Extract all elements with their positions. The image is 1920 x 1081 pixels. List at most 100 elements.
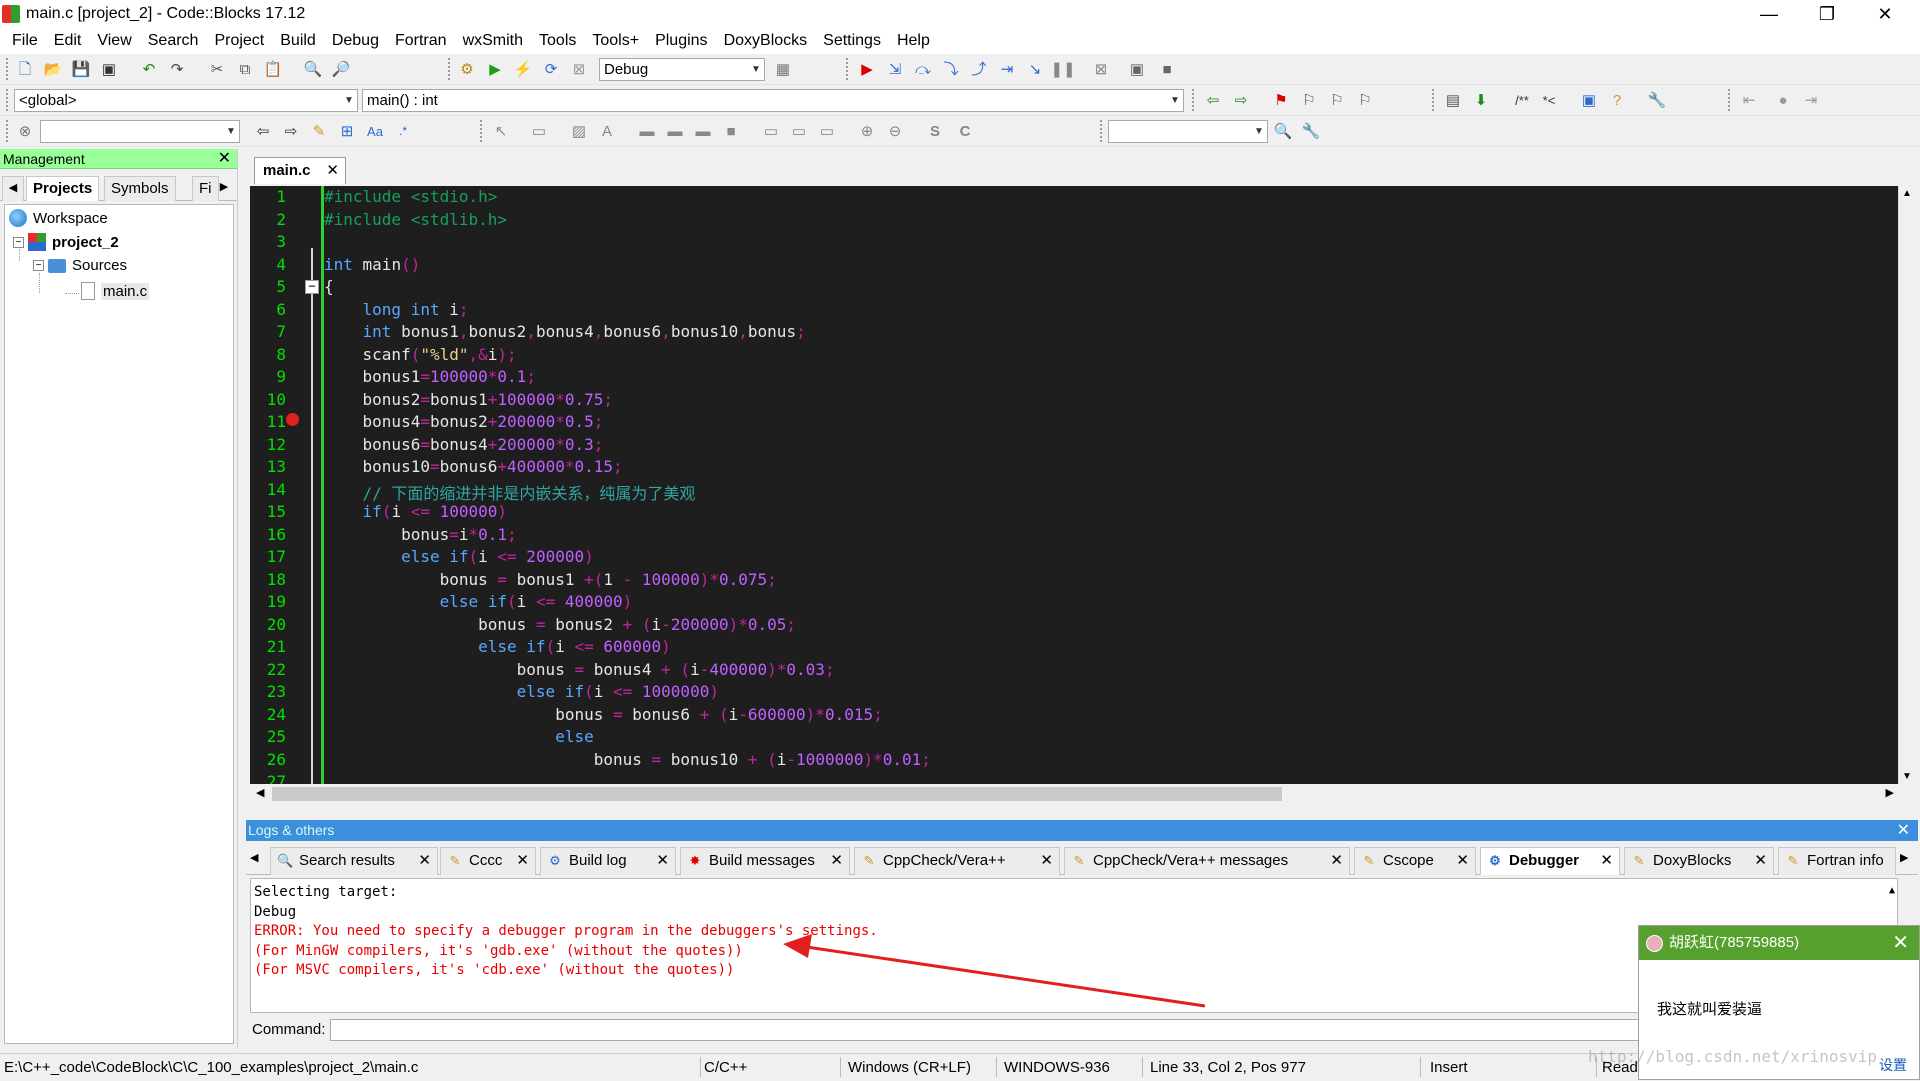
close-icon[interactable]: ✕ bbox=[1040, 848, 1053, 874]
widget-frame2-icon[interactable]: ▭ bbox=[788, 120, 810, 142]
code-editor[interactable]: 1 2 3 4 5 6 7 8 9 10 11 12 13 14 15 16 17 18 19 20 21 22 23 24 2… bbox=[250, 186, 1898, 784]
target-options-icon[interactable]: ▦ bbox=[772, 58, 794, 80]
fortran-jump-back-icon[interactable]: ⇤ bbox=[1738, 89, 1760, 111]
collapse-icon[interactable]: − bbox=[13, 236, 24, 248]
close-icon[interactable]: ✕ bbox=[218, 149, 231, 169]
scroll-down-icon[interactable]: ▼ bbox=[1902, 771, 1912, 782]
widget-bar1-icon[interactable]: ▬ bbox=[636, 120, 658, 142]
doxy-html-icon[interactable]: ▣ bbox=[1578, 89, 1600, 111]
widget-bitmap-icon[interactable]: ▨ bbox=[568, 120, 590, 142]
toolbar-grip[interactable] bbox=[480, 120, 483, 142]
toolbar-grip[interactable] bbox=[846, 58, 849, 80]
tab-projects[interactable]: Projects bbox=[26, 176, 100, 201]
search-prev-icon[interactable]: ⇦ bbox=[252, 120, 274, 142]
close-icon[interactable]: ✕ bbox=[1330, 848, 1343, 874]
cscope-search-icon[interactable]: 🔍 bbox=[1272, 120, 1294, 142]
widget-text-icon[interactable]: A bbox=[596, 120, 618, 142]
close-icon[interactable]: ✕ bbox=[1600, 848, 1613, 874]
toolbar-grip[interactable] bbox=[1100, 120, 1103, 142]
widget-frame3-icon[interactable]: ▭ bbox=[816, 120, 838, 142]
scroll-thumb[interactable] bbox=[272, 787, 1282, 801]
close-button[interactable]: ✕ bbox=[1856, 0, 1914, 28]
run-icon[interactable]: ▶ bbox=[484, 58, 506, 80]
tab-scroll-right-icon[interactable]: ▶ bbox=[214, 176, 234, 201]
scroll-right-icon[interactable]: ▶ bbox=[1886, 786, 1894, 799]
scroll-left-icon[interactable]: ◀ bbox=[256, 786, 264, 799]
widget-bar2-icon[interactable]: ▬ bbox=[664, 120, 686, 142]
scope-select[interactable]: <global> ▼ bbox=[14, 89, 358, 112]
minimize-button[interactable]: — bbox=[1740, 0, 1798, 28]
pointer-tool-icon[interactable]: ↖ bbox=[490, 120, 512, 142]
next-bookmark-icon[interactable]: ⚐ bbox=[1326, 89, 1348, 111]
tree-workspace[interactable]: Workspace bbox=[9, 209, 108, 227]
menu-wxsmith[interactable]: wxSmith bbox=[455, 28, 531, 54]
c-tool-icon[interactable]: C bbox=[954, 120, 976, 142]
editor-horizontal-scrollbar[interactable]: ◀ ▶ bbox=[250, 784, 1918, 804]
menu-build[interactable]: Build bbox=[272, 28, 324, 54]
toolbar-grip[interactable] bbox=[448, 58, 451, 80]
pause-icon[interactable]: ❚❚ bbox=[1050, 58, 1075, 80]
build-target-select[interactable]: Debug ▼ bbox=[599, 58, 765, 81]
undo-icon[interactable]: ↶ bbox=[138, 58, 160, 80]
close-icon[interactable]: ✕ bbox=[326, 158, 339, 184]
popup-settings-link[interactable]: 设置 bbox=[1879, 1055, 1907, 1075]
jump-back-icon[interactable]: ⇦ bbox=[1202, 89, 1224, 111]
save-icon[interactable]: 💾 bbox=[70, 58, 92, 80]
close-icon[interactable]: ✕ bbox=[1897, 820, 1910, 841]
fortran-jump-forward-icon[interactable]: ⇥ bbox=[1800, 89, 1822, 111]
tab-scroll-right-icon[interactable]: ▶ bbox=[1900, 851, 1908, 864]
selected-text-only-icon[interactable]: ⊞ bbox=[336, 120, 358, 142]
menu-help[interactable]: Help bbox=[889, 28, 938, 54]
regex-icon[interactable]: .* bbox=[392, 120, 414, 142]
maximize-button[interactable]: ❐ bbox=[1798, 0, 1856, 28]
menu-tools[interactable]: Tools bbox=[531, 28, 584, 54]
abort-icon[interactable]: ⊠ bbox=[568, 58, 590, 80]
toolbar-grip[interactable] bbox=[6, 120, 9, 142]
menu-doxyblocks[interactable]: DoxyBlocks bbox=[716, 28, 816, 54]
build-gear-icon[interactable]: ⚙ bbox=[456, 58, 478, 80]
tab-debugger[interactable]: ⚙ Debugger ✕ bbox=[1480, 847, 1620, 875]
menu-search[interactable]: Search bbox=[140, 28, 207, 54]
tab-symbols[interactable]: Symbols bbox=[104, 176, 176, 201]
highlight-icon[interactable]: ✎ bbox=[308, 120, 330, 142]
step-out-icon[interactable]: ⤴ bbox=[968, 58, 990, 80]
tab-cppcheck[interactable]: ✎ CppCheck/Vera++ ✕ bbox=[854, 847, 1060, 875]
tab-build-messages[interactable]: ✸ Build messages ✕ bbox=[680, 847, 850, 875]
clear-bookmarks-icon[interactable]: ⚐ bbox=[1354, 89, 1376, 111]
copy-icon[interactable]: ⧉ bbox=[234, 58, 256, 80]
popup-message[interactable]: 我这就叫爱装逼 bbox=[1657, 998, 1762, 1019]
breakpoint-icon[interactable] bbox=[286, 413, 299, 426]
close-icon[interactable]: ✕ bbox=[1892, 926, 1909, 960]
toggle-bookmark-icon[interactable]: ⚑ bbox=[1270, 89, 1292, 111]
search-next-icon[interactable]: ⇨ bbox=[280, 120, 302, 142]
next-line-icon[interactable]: ⤼ bbox=[912, 58, 934, 80]
match-case-icon[interactable]: Aa bbox=[364, 120, 386, 142]
toolbar-grip[interactable] bbox=[1192, 89, 1195, 111]
prev-bookmark-icon[interactable]: ⚐ bbox=[1298, 89, 1320, 111]
new-file-icon[interactable]: 🗋 bbox=[14, 58, 36, 80]
code-area[interactable]: #include <stdio.h> #include <stdlib.h> int… bbox=[321, 186, 1898, 784]
tab-doxyblocks[interactable]: ✎ DoxyBlocks ✕ bbox=[1624, 847, 1774, 875]
open-file-icon[interactable]: 📂 bbox=[42, 58, 64, 80]
s-tool-icon[interactable]: S bbox=[924, 120, 946, 142]
stop-debugger-icon[interactable]: ⊠ bbox=[1090, 58, 1112, 80]
tree-file-main-c[interactable]: main.c bbox=[81, 282, 150, 300]
doxy-prefs-icon[interactable]: 🔧 bbox=[1646, 89, 1668, 111]
step-into-icon[interactable]: ⤵ bbox=[940, 58, 962, 80]
widget-frame1-icon[interactable]: ▭ bbox=[760, 120, 782, 142]
find-icon[interactable]: 🔍 bbox=[302, 58, 324, 80]
various-info-icon[interactable]: ■ bbox=[1156, 58, 1178, 80]
paste-icon[interactable]: 📋 bbox=[262, 58, 284, 80]
tab-build-log[interactable]: ⚙ Build log ✕ bbox=[540, 847, 676, 875]
line-comment-icon[interactable]: *< bbox=[1538, 89, 1560, 111]
rebuild-icon[interactable]: ⟳ bbox=[540, 58, 562, 80]
editor-vertical-scrollbar[interactable]: ▲ ▼ bbox=[1898, 186, 1918, 784]
build-and-run-icon[interactable]: ⚡ bbox=[512, 58, 534, 80]
tab-cscope[interactable]: ✎ Cscope ✕ bbox=[1354, 847, 1476, 875]
cut-icon[interactable]: ✂ bbox=[206, 58, 228, 80]
menu-project[interactable]: Project bbox=[206, 28, 272, 54]
replace-icon[interactable]: 🔎 bbox=[330, 58, 352, 80]
toolbar-grip[interactable] bbox=[1728, 89, 1731, 111]
debug-continue-icon[interactable]: ▶ bbox=[856, 58, 878, 80]
toolbar-grip[interactable] bbox=[1432, 89, 1435, 111]
